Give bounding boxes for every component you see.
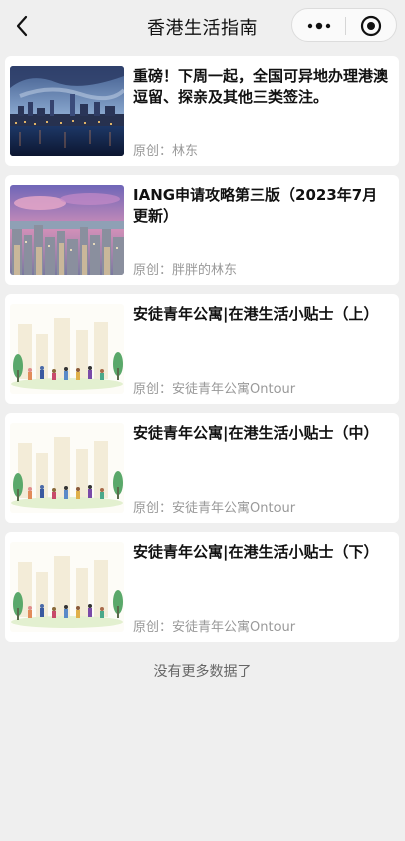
article-title: 安徒青年公寓|在港生活小贴士（中） [133, 424, 379, 442]
article-author: 原创：林东 [133, 144, 199, 159]
article-thumbnail [10, 66, 124, 156]
capsule-menu [291, 8, 397, 42]
article-title: 安徒青年公寓|在港生活小贴士（下） [133, 543, 379, 561]
article-title: 重磅！下周一起，全国可异地办理港澳逗留、探亲及其他三类签注。 [133, 67, 389, 106]
article-thumbnail [10, 423, 124, 513]
article-card[interactable]: IANG申请攻略第三版（2023年7月更新） 原创：胖胖的林东 [5, 175, 399, 285]
capsule-divider [345, 17, 346, 35]
article-card[interactable]: 重磅！下周一起，全国可异地办理港澳逗留、探亲及其他三类签注。 原创：林东 [5, 56, 399, 166]
more-dots-icon[interactable] [306, 18, 332, 34]
article-author: 原创：安徒青年公寓Ontour [133, 501, 296, 516]
article-thumbnail [10, 304, 124, 394]
target-circle-icon[interactable] [360, 15, 382, 37]
no-more-data-text: 没有更多数据了 [153, 664, 252, 680]
article-author: 原创：胖胖的林东 [133, 263, 238, 278]
article-thumbnail [10, 185, 124, 275]
article-card[interactable]: 安徒青年公寓|在港生活小贴士（中） 原创：安徒青年公寓Ontour [5, 413, 399, 523]
article-card[interactable]: 安徒青年公寓|在港生活小贴士（下） 原创：安徒青年公寓Ontour [5, 532, 399, 642]
article-author: 原创：安徒青年公寓Ontour [133, 620, 296, 635]
nav-bar: 香港生活指南 [0, 0, 405, 52]
article-title: IANG申请攻略第三版（2023年7月更新） [133, 186, 378, 225]
article-author: 原创：安徒青年公寓Ontour [133, 382, 296, 397]
article-title: 安徒青年公寓|在港生活小贴士（上） [133, 305, 379, 323]
article-thumbnail [10, 542, 124, 632]
article-card[interactable]: 安徒青年公寓|在港生活小贴士（上） 原创：安徒青年公寓Ontour [5, 294, 399, 404]
